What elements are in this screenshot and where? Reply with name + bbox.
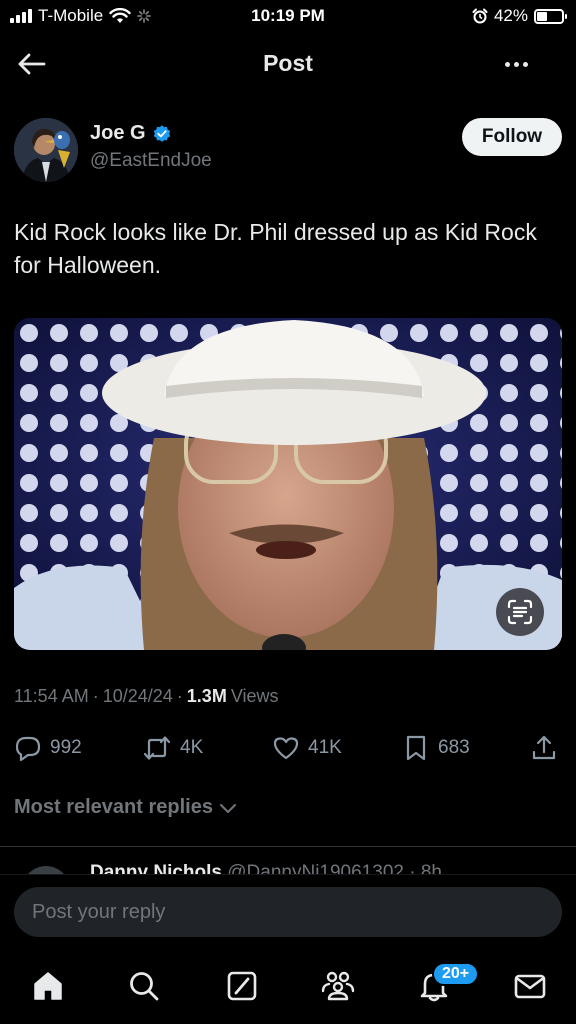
top-navigation: Post [0, 36, 576, 92]
repost-button[interactable]: 4K [142, 730, 203, 766]
notifications-badge: 20+ [432, 962, 480, 986]
author-name[interactable]: Joe G [90, 122, 172, 145]
reply-author: Danny Nichols @DannyNi19061302 · 8h [90, 862, 442, 874]
tab-grok[interactable] [224, 968, 260, 1004]
heart-icon [273, 737, 299, 760]
meta-separator: · [92, 686, 99, 706]
avatar[interactable] [14, 118, 78, 182]
grok-icon [227, 971, 257, 1001]
post-photo [14, 318, 562, 650]
search-icon [130, 972, 159, 1001]
status-right: 42% [472, 6, 567, 26]
post-image[interactable] [14, 318, 562, 650]
post-actions: 992 4K 41K 683 [14, 730, 562, 766]
replies-sort-label: Most relevant replies [14, 796, 213, 818]
share-icon [532, 735, 556, 760]
post-author: Joe G @EastEndJoe Follow [14, 114, 562, 184]
bookmark-count: 683 [438, 737, 470, 758]
bookmark-button[interactable]: 683 [402, 730, 470, 766]
live-text-icon [507, 599, 533, 625]
reply-avatar [22, 866, 70, 874]
post-text: Kid Rock looks like Dr. Phil dressed up … [14, 219, 537, 278]
author-handle[interactable]: @EastEndJoe [90, 150, 212, 172]
author-display-name: Joe G [90, 122, 146, 144]
like-count: 41K [308, 737, 342, 758]
more-horizontal-icon [504, 61, 510, 67]
reply-composer-bar: Post your reply [0, 874, 576, 950]
reply-input[interactable]: Post your reply [14, 887, 562, 937]
reply-button[interactable]: 992 [14, 730, 82, 766]
divider [0, 846, 576, 847]
image-text-scan-button[interactable] [496, 588, 544, 636]
tab-communities[interactable] [320, 968, 356, 1004]
reply-author-handle: @DannyNi19061302 · 8h [227, 862, 442, 874]
bottom-tab-bar: 20+ [0, 950, 576, 1024]
views-label: Views [230, 686, 279, 706]
meta-separator: · [176, 686, 183, 706]
mail-icon [514, 974, 546, 999]
battery-icon [534, 8, 567, 24]
reply-count: 992 [50, 737, 82, 758]
tab-search[interactable] [126, 968, 162, 1004]
like-button[interactable]: 41K [272, 730, 342, 766]
home-icon [34, 972, 62, 1000]
repost-count: 4K [180, 737, 204, 758]
reply-author-name: Danny Nichols [90, 862, 222, 874]
bookmark-icon [406, 735, 426, 761]
chevron-down-icon [219, 803, 236, 813]
post-meta: 11:54 AM · 10/24/24 · 1.3M Views [14, 686, 279, 707]
battery-fill [537, 11, 548, 21]
tab-home[interactable] [30, 968, 66, 1004]
more-options-button[interactable] [496, 50, 536, 78]
reply-preview[interactable]: Danny Nichols @DannyNi19061302 · 8h [14, 860, 562, 874]
tab-messages[interactable] [512, 968, 548, 1004]
battery-percent: 42% [493, 6, 528, 25]
replies-sort-dropdown[interactable]: Most relevant replies [14, 796, 237, 819]
post-time: 11:54 AM [14, 686, 89, 706]
share-button[interactable] [530, 730, 558, 766]
views-count[interactable]: 1.3M [187, 686, 227, 707]
status-bar: T-Mobile 10:19 PM 42% [0, 0, 576, 34]
alarm-icon [472, 8, 488, 24]
follow-button[interactable]: Follow [462, 118, 562, 156]
reply-icon [15, 736, 41, 762]
repost-icon [143, 736, 171, 760]
communities-icon [321, 971, 355, 1001]
avatar-image [14, 118, 78, 182]
post-date: 10/24/24 [102, 686, 173, 706]
verified-badge-icon [153, 124, 170, 142]
page-title: Post [263, 50, 313, 76]
